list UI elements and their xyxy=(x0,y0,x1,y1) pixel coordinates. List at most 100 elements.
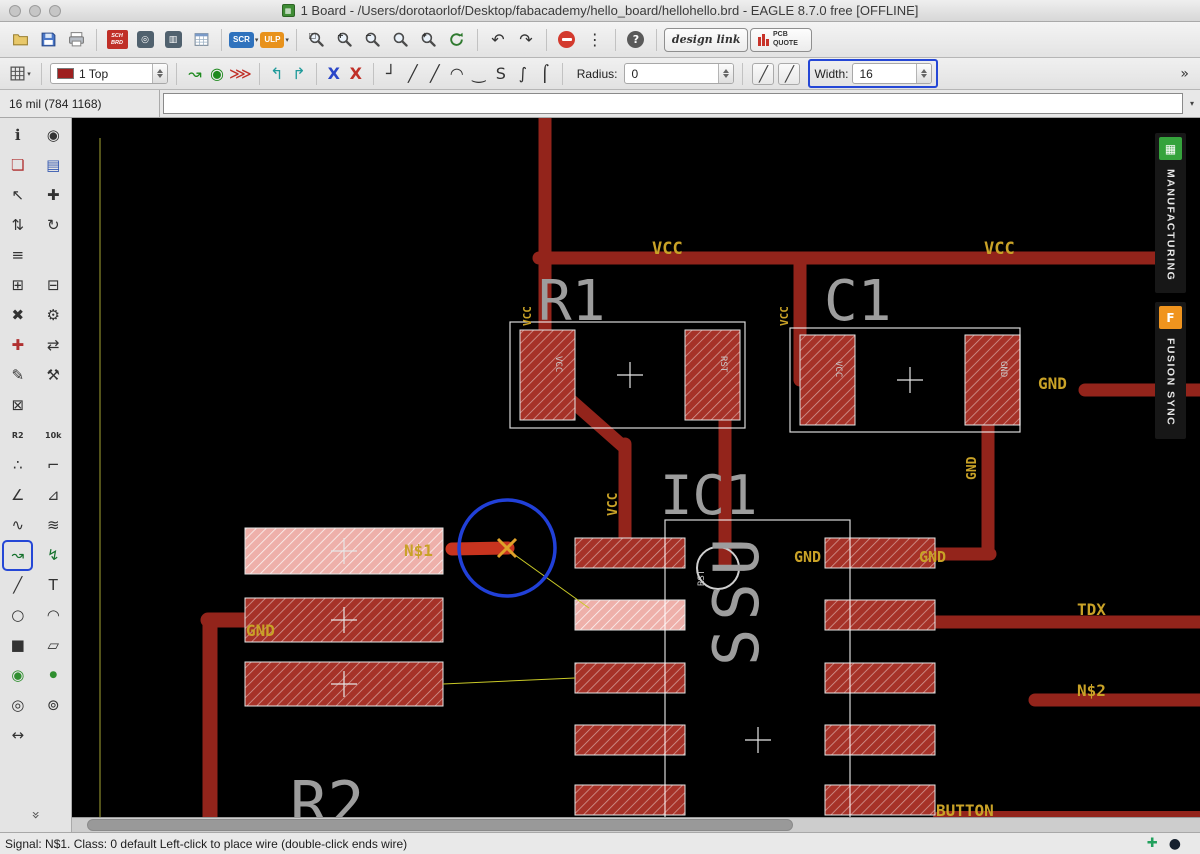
circle-tool[interactable]: ○ xyxy=(4,602,31,629)
horizontal-scrollbar[interactable] xyxy=(72,817,1200,832)
help-button[interactable]: ? xyxy=(623,27,649,53)
hole-tool[interactable]: ◎ xyxy=(4,692,31,719)
align-tool[interactable]: ≡ xyxy=(4,242,31,269)
attribute-tool[interactable]: ⊚ xyxy=(40,692,67,719)
smd-pad[interactable] xyxy=(824,784,936,816)
optimize-tool[interactable]: ⊿ xyxy=(40,482,67,509)
miter-tool[interactable]: ⌐ xyxy=(40,452,67,479)
wire-bend-2[interactable]: ╱ xyxy=(425,62,445,86)
airwire[interactable] xyxy=(442,677,576,685)
image-export-button[interactable]: ◎ xyxy=(132,27,158,53)
design-manager-button[interactable] xyxy=(188,27,214,53)
name-tool[interactable]: ✎ xyxy=(4,362,31,389)
zoom-previous-button[interactable] xyxy=(388,27,414,53)
mirror-tool[interactable]: ⇅ xyxy=(4,212,31,239)
wire-bend-0[interactable]: ┘ xyxy=(381,62,401,86)
slope-style-2[interactable]: ╱ xyxy=(778,62,801,85)
arc-tool[interactable]: ◠ xyxy=(40,602,67,629)
wire-bend-6[interactable]: ∫ xyxy=(513,62,533,86)
split-tool[interactable]: ∠ xyxy=(4,482,31,509)
eye-tool[interactable]: ◉ xyxy=(40,122,67,149)
move-tool[interactable]: ✚ xyxy=(40,182,67,209)
smd-pad[interactable] xyxy=(574,724,686,756)
text-tool[interactable]: T xyxy=(40,572,67,599)
ripup-tool[interactable]: ↯ xyxy=(40,542,67,569)
run-ulp-button[interactable]: ULP ▾ xyxy=(260,27,289,53)
signal-layers-tool[interactable]: ≋ xyxy=(40,512,67,539)
status-add-icon[interactable]: ✚ xyxy=(1147,836,1158,851)
smd-pad[interactable] xyxy=(574,662,686,694)
zoom-out-button[interactable]: − xyxy=(360,27,386,53)
miter-corner-straight[interactable]: ↱ xyxy=(289,62,309,86)
statistics-button[interactable]: ▥ xyxy=(160,27,186,53)
smd-pad[interactable] xyxy=(574,784,686,816)
pinswap-tool[interactable]: ⚙ xyxy=(40,302,67,329)
zoom-select-button[interactable]: ✦ xyxy=(416,27,442,53)
design-link-button[interactable]: design link xyxy=(663,27,749,53)
smd-pad[interactable] xyxy=(519,329,576,421)
delete-tool[interactable]: ✖ xyxy=(4,302,31,329)
add-tool[interactable]: ✚ xyxy=(4,332,31,359)
save-button[interactable] xyxy=(35,27,61,53)
value-resistor-tool[interactable]: R2 xyxy=(4,422,31,449)
smd-pad[interactable] xyxy=(574,599,686,631)
sidebar-collapse-button[interactable]: » xyxy=(27,806,43,824)
undo-button[interactable]: ↶ xyxy=(485,27,511,53)
radius-stepper[interactable] xyxy=(718,64,734,83)
command-history-button[interactable]: ▾ xyxy=(1184,90,1200,117)
replace-tool[interactable]: ⇄ xyxy=(40,332,67,359)
wire-bend-1[interactable]: ╱ xyxy=(403,62,423,86)
redraw-button[interactable] xyxy=(444,27,470,53)
zoom-fit-button[interactable]: □ xyxy=(304,27,330,53)
miter-x-red[interactable]: X xyxy=(346,62,366,86)
layer-settings-tool[interactable]: ▤ xyxy=(40,152,67,179)
zoom-window-button[interactable] xyxy=(49,5,61,17)
minimize-window-button[interactable] xyxy=(29,5,41,17)
dot-tool[interactable]: ● xyxy=(40,662,67,689)
layer-stepper[interactable] xyxy=(152,64,167,83)
smd-pad[interactable] xyxy=(574,537,686,569)
board-canvas[interactable]: VCC VCC GND N$1 GND GND GND TDX N$2 BUTTON VCC VCC V… xyxy=(72,118,1200,832)
more-actions-button[interactable]: ⋮ xyxy=(582,27,608,53)
manufacturing-tab[interactable]: ▦ MANUFACTURING xyxy=(1155,133,1186,294)
switch-schematic-board-button[interactable]: SCH BRD xyxy=(104,27,130,53)
smash-tool[interactable]: ⚒ xyxy=(40,362,67,389)
polygon-tool[interactable]: ▱ xyxy=(40,632,67,659)
select-tool[interactable]: ↖ xyxy=(4,182,31,209)
rect-tool[interactable]: ■ xyxy=(4,632,31,659)
lock-tool[interactable]: ⊠ xyxy=(4,392,31,419)
wire-bend-dot[interactable]: ◉ xyxy=(207,62,227,86)
status-notification-icon[interactable]: ● xyxy=(1169,836,1181,852)
display-layers-tool[interactable]: ❏ xyxy=(4,152,31,179)
stop-button[interactable] xyxy=(554,27,580,53)
print-button[interactable] xyxy=(63,27,89,53)
ratsnest-tool[interactable]: ∴ xyxy=(4,452,31,479)
route-tool[interactable]: ↝ xyxy=(2,540,34,571)
smd-pad[interactable] xyxy=(824,724,936,756)
smd-pad[interactable] xyxy=(824,662,936,694)
slope-style-1[interactable]: ╱ xyxy=(752,62,775,85)
run-script-button[interactable]: SCR ▾ xyxy=(229,27,258,53)
paste-tool[interactable]: ⊟ xyxy=(40,272,67,299)
smd-pad[interactable] xyxy=(684,329,741,421)
wire-bend-select[interactable]: ↝ xyxy=(185,62,205,86)
zoom-in-button[interactable]: + xyxy=(332,27,358,53)
toolbar-overflow-button[interactable]: » xyxy=(1180,66,1189,82)
smd-pad[interactable] xyxy=(799,334,856,426)
width-stepper[interactable] xyxy=(916,64,932,83)
width-select[interactable]: 16 xyxy=(852,63,933,84)
layer-select[interactable]: 1 Top xyxy=(50,63,168,84)
wire-bend-7[interactable]: ⌠ xyxy=(535,62,555,86)
info-tool[interactable]: ℹ xyxy=(4,122,31,149)
fusion-sync-tab[interactable]: F FUSION SYNC xyxy=(1155,302,1186,439)
command-input[interactable] xyxy=(163,93,1183,114)
via-tool[interactable]: ◉ xyxy=(4,662,31,689)
radius-select[interactable]: 0 xyxy=(624,63,735,84)
wire-bend-skip[interactable]: ⋙ xyxy=(229,62,252,86)
copy-tool[interactable]: ⊞ xyxy=(4,272,31,299)
grid-button[interactable]: ▾ xyxy=(7,61,33,87)
stretch-tool[interactable]: ↔ xyxy=(4,722,31,749)
wire-bend-5[interactable]: S xyxy=(491,62,511,86)
smd-pad[interactable] xyxy=(964,334,1021,426)
rotate-tool[interactable]: ↻ xyxy=(40,212,67,239)
